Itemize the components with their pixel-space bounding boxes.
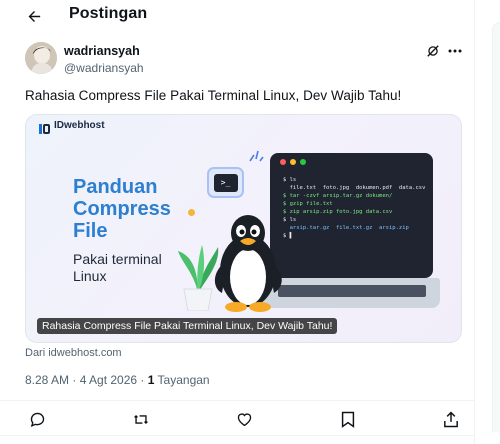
card-title-line: Compress <box>73 198 171 220</box>
post-meta: 8.28 AM · 4 Agt 2026 · 1 Tayangan <box>25 373 210 387</box>
terminal-text: $ ls file.txt foto.jpg dokumen.pdf data.… <box>283 177 426 239</box>
dot-decoration <box>188 209 195 216</box>
card-subtitle-line: Pakai terminal <box>73 251 162 267</box>
share-icon <box>444 411 458 427</box>
like-icon <box>237 413 251 427</box>
terminal-icon: >_ <box>207 167 244 198</box>
avatar[interactable] <box>25 42 57 74</box>
timestamp[interactable]: 8.28 AM · 4 Agt 2026 · <box>25 373 148 387</box>
grok-icon <box>427 45 439 57</box>
bookmark-icon <box>341 411 355 428</box>
reply-button[interactable] <box>27 409 47 429</box>
more-icon <box>448 49 462 53</box>
action-bar <box>0 400 475 436</box>
card-title-line: File <box>73 220 108 242</box>
post-text: Rahasia Compress File Pakai Terminal Lin… <box>25 88 402 103</box>
author-name[interactable]: wadriansyah <box>64 44 140 58</box>
window-dots <box>280 159 306 165</box>
back-button[interactable] <box>22 4 46 28</box>
post-column: Postingan wadriansyah @wadriansyah Rahas… <box>0 0 475 444</box>
card-title-line: Panduan <box>73 176 158 198</box>
page-title: Postingan <box>69 5 148 22</box>
card-logo: IDwebhost <box>39 120 105 134</box>
penguin-illustration <box>214 215 282 312</box>
like-button[interactable] <box>234 409 254 429</box>
header: Postingan <box>0 0 475 32</box>
grok-button[interactable] <box>425 43 441 59</box>
more-button[interactable] <box>446 43 464 59</box>
bookmark-button[interactable] <box>338 409 358 429</box>
card-caption: Rahasia Compress File Pakai Terminal Lin… <box>37 318 338 334</box>
repost-icon <box>134 414 148 424</box>
logo-text: IDwebhost <box>54 120 105 131</box>
sparkle-icon <box>249 150 264 162</box>
reply-icon <box>30 412 44 427</box>
link-card[interactable]: IDwebhost Panduan Compress File Pakai te… <box>25 114 462 343</box>
repost-button[interactable] <box>131 409 151 429</box>
author-handle[interactable]: @wadriansyah <box>64 61 144 75</box>
terminal-window: $ ls file.txt foto.jpg dokumen.pdf data.… <box>270 153 433 278</box>
card-source-link[interactable]: Dari idwebhost.com <box>25 347 122 359</box>
idwebhost-logo-icon <box>39 121 50 134</box>
card-subtitle-line: Linux <box>73 268 107 284</box>
share-button[interactable] <box>441 409 461 429</box>
right-sidebar-edge <box>478 0 500 444</box>
laptop-keyboard <box>278 285 426 297</box>
arrow-left-icon <box>28 10 40 22</box>
views-label: Tayangan <box>154 373 210 387</box>
